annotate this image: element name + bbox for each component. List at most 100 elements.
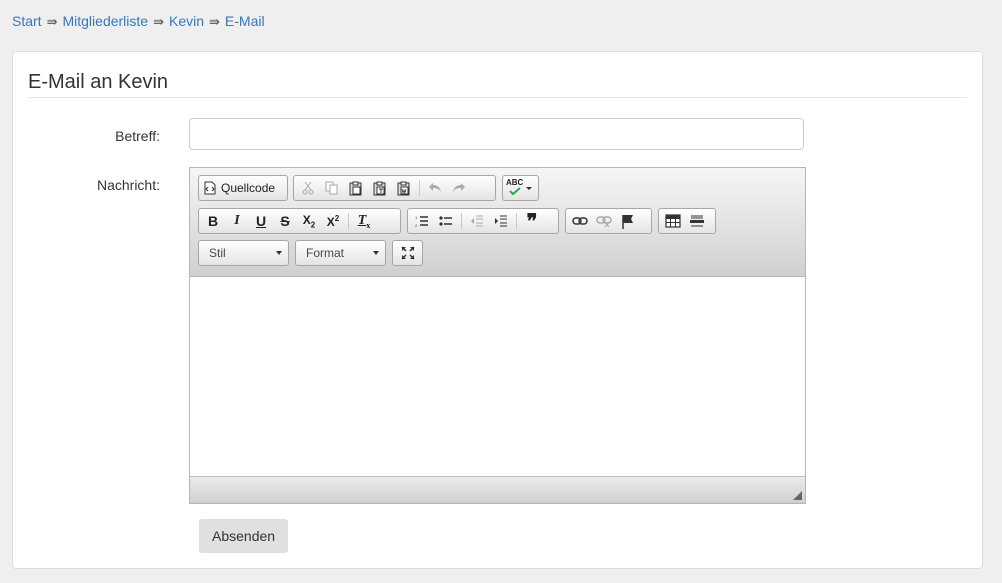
breadcrumb-start[interactable]: Start [12, 13, 42, 29]
toolbar-separator [516, 213, 517, 229]
svg-text:1: 1 [415, 215, 418, 220]
format-dropdown[interactable]: Format [295, 240, 386, 266]
outdent-button[interactable] [465, 210, 489, 232]
style-dropdown-label: Stil [209, 246, 226, 260]
undo-button[interactable] [423, 177, 447, 199]
subscript-icon: X2 [303, 213, 315, 229]
toolbar-group-document: Quellcode [198, 175, 288, 201]
italic-button[interactable]: I [225, 210, 249, 232]
resize-handle-icon[interactable] [793, 491, 802, 500]
breadcrumb-email[interactable]: E-Mail [225, 13, 265, 29]
svg-text:2: 2 [415, 223, 418, 227]
redo-button[interactable] [447, 177, 471, 199]
breadcrumb-separator: ⇛ [209, 14, 220, 29]
editor-toolbar: Quellcode ABC B I U S X2 X2 Tx 1 2 ❞ Sti… [190, 168, 805, 277]
copy-icon [325, 181, 339, 195]
message-editor: Quellcode ABC B I U S X2 X2 Tx 1 2 ❞ Sti… [189, 167, 806, 504]
unlink-icon [596, 215, 612, 227]
chevron-down-icon [373, 251, 379, 255]
subject-input[interactable] [189, 118, 804, 150]
italic-icon: I [234, 213, 240, 228]
indent-button[interactable] [489, 210, 513, 232]
remove-format-button[interactable]: Tx [352, 210, 376, 232]
bold-icon: B [207, 213, 219, 229]
paste-button[interactable] [344, 177, 368, 199]
paste-word-button[interactable] [392, 177, 416, 199]
horizontal-line-icon [690, 214, 704, 228]
bulleted-list-icon [439, 215, 453, 227]
spellcheck-label: ABC [506, 178, 524, 187]
toolbar-separator [348, 213, 349, 229]
toolbar-group-links [565, 208, 652, 234]
superscript-button[interactable]: X2 [321, 210, 345, 232]
remove-format-mark: x [366, 220, 371, 230]
paste-word-icon [397, 181, 411, 196]
toolbar-group-insert [658, 208, 716, 234]
horizontal-line-button[interactable] [685, 210, 709, 232]
chevron-down-icon [526, 186, 532, 190]
title-divider [28, 97, 967, 98]
superscript-mark: 2 [334, 213, 340, 223]
subscript-mark: 2 [310, 220, 316, 230]
spellcheck-icon: ABC [506, 178, 524, 196]
link-button[interactable] [568, 210, 592, 232]
underline-icon: U [255, 213, 267, 229]
paste-text-button[interactable] [368, 177, 392, 199]
toolbar-separator [419, 180, 420, 196]
undo-icon [428, 182, 442, 194]
paste-icon [349, 181, 363, 196]
indent-icon [494, 215, 508, 227]
paste-text-icon [373, 181, 387, 196]
strikethrough-icon: S [280, 213, 290, 229]
blockquote-icon: ❞ [526, 209, 538, 233]
subject-label: Betreff: [115, 128, 160, 144]
breadcrumb: Start ⇛ Mitgliederliste ⇛ Kevin ⇛ E-Mail [12, 12, 265, 31]
blockquote-button[interactable]: ❞ [520, 210, 544, 232]
toolbar-separator [461, 213, 462, 229]
numbered-list-button[interactable]: 12 [410, 210, 434, 232]
breadcrumb-separator: ⇛ [46, 14, 58, 29]
message-label: Nachricht: [96, 177, 160, 193]
numbered-list-icon: 12 [415, 215, 429, 227]
underline-button[interactable]: U [249, 210, 273, 232]
chevron-down-icon [276, 251, 282, 255]
submit-button[interactable]: Absenden [199, 519, 289, 553]
style-dropdown[interactable]: Stil [198, 240, 289, 266]
anchor-button[interactable] [616, 210, 640, 232]
cut-button[interactable] [296, 177, 320, 199]
strikethrough-button[interactable]: S [273, 210, 297, 232]
toolbar-group-paragraph: 12 ❞ [407, 208, 559, 234]
remove-format-icon: Tx [358, 213, 371, 230]
subscript-button[interactable]: X2 [297, 210, 321, 232]
maximize-button[interactable] [397, 242, 419, 264]
maximize-icon [400, 246, 415, 260]
source-icon [204, 181, 216, 195]
breadcrumb-separator: ⇛ [153, 14, 164, 29]
email-panel: E-Mail an Kevin Betreff: Nachricht: Quel… [12, 51, 983, 569]
toolbar-group-basicstyles: B I U S X2 X2 Tx [198, 208, 401, 234]
editor-bottom-bar [190, 476, 805, 503]
toolbar-group-clipboard [293, 175, 496, 201]
remove-format-letter: T [357, 212, 367, 228]
breadcrumb-kevin[interactable]: Kevin [169, 13, 204, 29]
spellcheck-button[interactable]: ABC [505, 177, 533, 199]
breadcrumb-member-list[interactable]: Mitgliederliste [62, 13, 148, 29]
link-icon [572, 216, 588, 226]
table-button[interactable] [661, 210, 685, 232]
bold-button[interactable]: B [201, 210, 225, 232]
bulleted-list-button[interactable] [434, 210, 458, 232]
unlink-button[interactable] [592, 210, 616, 232]
editor-content[interactable] [190, 277, 805, 477]
page-title: E-Mail an Kevin [28, 71, 169, 93]
copy-button[interactable] [320, 177, 344, 199]
superscript-letter: X [326, 214, 335, 229]
cut-icon [301, 181, 315, 195]
format-dropdown-label: Format [306, 246, 345, 260]
subscript-letter: X [302, 212, 311, 227]
source-button[interactable]: Quellcode [201, 177, 278, 199]
source-label: Quellcode [221, 181, 276, 195]
toolbar-group-tools [392, 240, 423, 266]
anchor-icon [621, 214, 635, 229]
redo-icon [452, 182, 466, 194]
outdent-icon [470, 215, 484, 227]
